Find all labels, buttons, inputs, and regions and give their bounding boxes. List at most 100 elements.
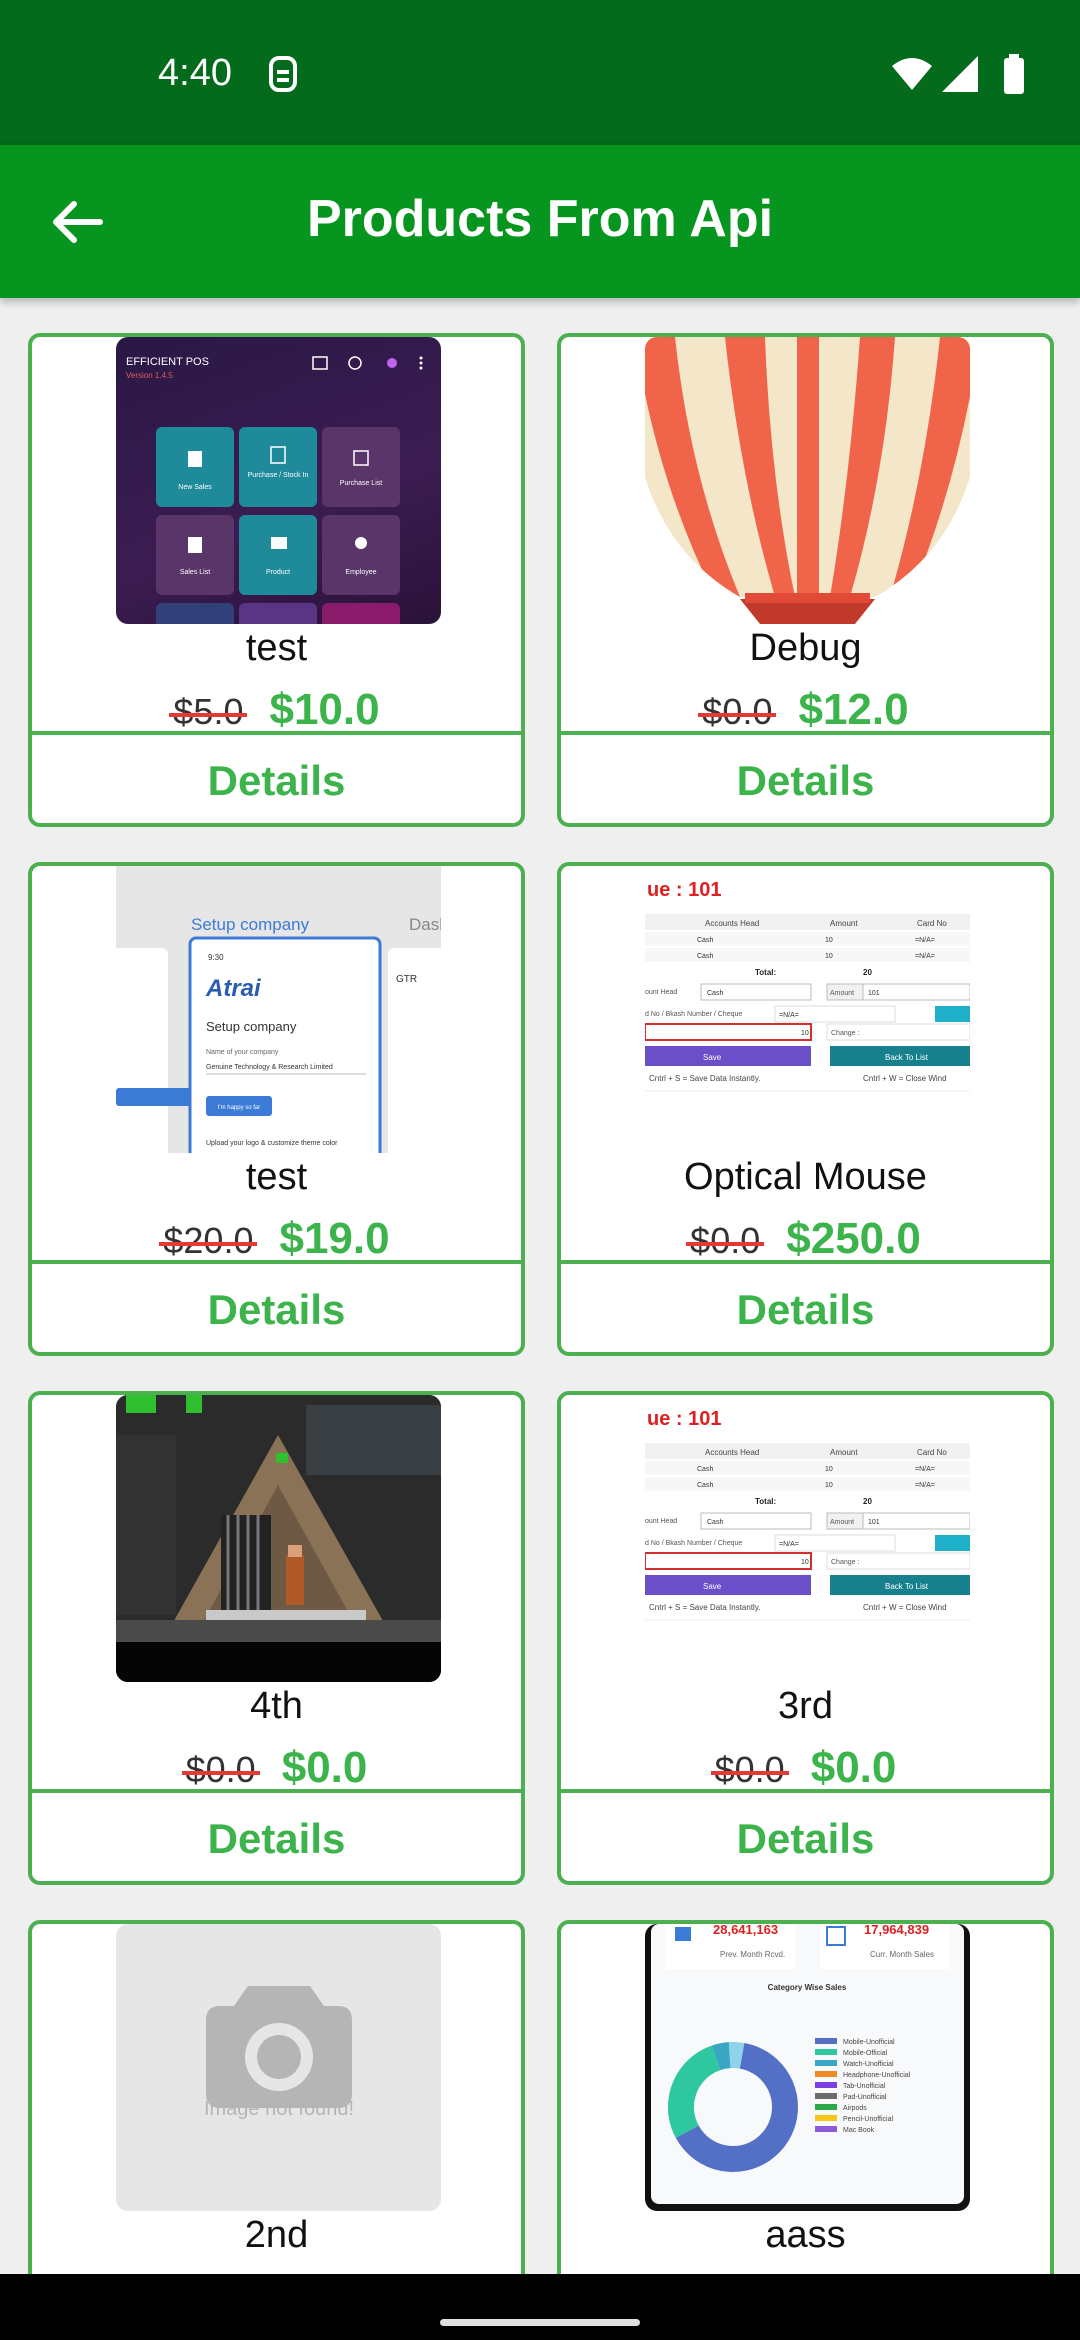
product-name: Optical Mouse: [684, 1156, 927, 1198]
svg-text:10: 10: [825, 1466, 833, 1473]
setup-screenshot: Setup company Dash 9:30 Atrai Setup comp…: [116, 915, 441, 1153]
battery-icon: [1004, 54, 1024, 94]
product-image: [116, 1395, 441, 1682]
svg-text:Change :: Change :: [831, 1030, 859, 1037]
svg-text:ue : 101: ue : 101: [647, 879, 721, 901]
svg-text:Employee: Employee: [345, 569, 376, 576]
product-image: 28,641,163 Prev. Month Rcvd. 17,964,839 …: [645, 1924, 970, 2211]
svg-text:Total:: Total:: [755, 968, 776, 977]
legend-label: Pencil-Unofficial: [843, 2116, 894, 2123]
svg-text:Cash: Cash: [697, 1482, 713, 1489]
svg-text:Back To List: Back To List: [885, 1053, 929, 1062]
legend-label: Headphone-Unofficial: [843, 2072, 911, 2079]
legend-swatch: [815, 2082, 837, 2088]
wifi-icon: [892, 58, 932, 90]
svg-text:ount Head: ount Head: [645, 1518, 677, 1525]
svg-text:Genuine Technology & Research: Genuine Technology & Research Limited: [206, 1064, 333, 1071]
svg-text:=N/A=: =N/A=: [915, 953, 935, 960]
svg-text:Card No: Card No: [917, 919, 947, 928]
svg-text:20: 20: [863, 1497, 872, 1506]
legend-swatch: [815, 2115, 837, 2121]
legend-swatch: [815, 2104, 837, 2110]
product-card: ue : 101 Accounts Head Amount Card No Ca…: [557, 862, 1054, 1356]
svg-text:Dash: Dash: [409, 915, 441, 934]
product-name: 3rd: [778, 1685, 833, 1727]
product-name: aass: [765, 2214, 846, 2256]
legend-label: Mobile-Official: [843, 2050, 888, 2057]
svg-text:Amount: Amount: [830, 1519, 854, 1526]
svg-text:9:30: 9:30: [208, 953, 224, 962]
svg-text:Purchase List: Purchase List: [340, 480, 382, 487]
svg-text:New Sales: New Sales: [178, 484, 212, 491]
legend-swatch: [815, 2071, 837, 2077]
product-image: ue : 101 Accounts Head Amount Card No Ca…: [645, 1395, 970, 1682]
page-title: Products From Api: [306, 190, 774, 248]
product-card: Debug $0.0 $12.0 Details: [557, 333, 1054, 827]
legend-label: Mac Book: [843, 2127, 875, 2134]
product-name: 2nd: [244, 2214, 309, 2256]
svg-text:=N/A=: =N/A=: [915, 1482, 935, 1489]
price-row: $0.0 $0.0: [32, 1743, 521, 1793]
legend-swatch: [815, 2038, 837, 2044]
svg-text:Setup company: Setup company: [191, 915, 310, 934]
svg-text:Back To List: Back To List: [885, 1582, 929, 1591]
new-price: $19.0: [279, 1214, 390, 1263]
product-name: test: [245, 627, 308, 669]
svg-text:101: 101: [868, 1519, 880, 1526]
svg-text:Cash: Cash: [697, 953, 713, 960]
svg-text:Amount: Amount: [830, 919, 858, 928]
svg-text:101: 101: [868, 990, 880, 997]
svg-text:d No / Bkash Number / Cheque: d No / Bkash Number / Cheque: [645, 1540, 742, 1547]
svg-text:17,964,839: 17,964,839: [864, 1924, 929, 1937]
svg-text:Cntrl + S = Save Data Instantl: Cntrl + S = Save Data Instantly.: [649, 1603, 760, 1612]
svg-text:10: 10: [825, 1482, 833, 1489]
product-grid[interactable]: EFFICIENT POS Version 1.4.5 New Sales Pu…: [0, 298, 1080, 2274]
product-name: 4th: [250, 1685, 303, 1727]
svg-text:20: 20: [863, 968, 872, 977]
svg-text:Cash: Cash: [697, 1466, 713, 1473]
product-card: 4th $0.0 $0.0 Details: [28, 1391, 525, 1885]
svg-text:d No / Bkash Number / Cheque: d No / Bkash Number / Cheque: [645, 1011, 742, 1018]
svg-text:Save: Save: [703, 1582, 722, 1591]
svg-text:Category Wise Sales: Category Wise Sales: [768, 1983, 847, 1992]
svg-text:=N/A=: =N/A=: [915, 937, 935, 944]
svg-text:Cash: Cash: [707, 1519, 723, 1526]
balloon-image: [645, 337, 970, 624]
svg-text:Upload your logo & customize t: Upload your logo & customize theme color: [206, 1140, 338, 1147]
product-card: Setup company Dash 9:30 Atrai Setup comp…: [28, 862, 525, 1356]
details-button[interactable]: Details: [561, 735, 1050, 823]
details-button[interactable]: Details: [32, 1793, 521, 1881]
sales-chart-screenshot: 28,641,163 Prev. Month Rcvd. 17,964,839 …: [651, 1924, 964, 2204]
payment-form-screenshot: ue : 101 Accounts Head Amount Card No Ca…: [645, 1395, 970, 1682]
system-nav-bar: [0, 2274, 1080, 2340]
product-image: ue : 101 Accounts Head Amount Card No Ca…: [645, 866, 970, 1153]
product-image: Image not found!: [116, 1924, 441, 2211]
details-button[interactable]: Details: [561, 1264, 1050, 1352]
svg-text:I'm happy so far: I'm happy so far: [218, 1105, 261, 1111]
svg-text:Cash: Cash: [697, 937, 713, 944]
product-image: EFFICIENT POS Version 1.4.5 New Sales Pu…: [116, 337, 441, 624]
legend-label: Tab-Unofficial: [843, 2083, 886, 2090]
legend-label: Watch-Unofficial: [843, 2061, 894, 2068]
pos-app-name: EFFICIENT POS: [126, 356, 209, 368]
svg-text:=N/A=: =N/A=: [915, 1466, 935, 1473]
product-card: 28,641,163 Prev. Month Rcvd. 17,964,839 …: [557, 1920, 1054, 2274]
product-card: Image not found! 2nd: [28, 1920, 525, 2274]
details-button[interactable]: Details: [561, 1793, 1050, 1881]
svg-text:Cntrl + W = Close Wind: Cntrl + W = Close Wind: [863, 1603, 947, 1612]
new-price: $12.0: [798, 685, 909, 734]
legend-label: Pad-Unofficial: [843, 2094, 887, 2101]
old-price: $0.0: [181, 1749, 260, 1790]
home-gesture-handle[interactable]: [440, 2319, 640, 2326]
old-price: $5.0: [169, 691, 248, 732]
svg-text:Amount: Amount: [830, 1448, 858, 1457]
svg-text:10: 10: [825, 937, 833, 944]
svg-text:Sales List: Sales List: [180, 569, 210, 576]
product-image: Setup company Dash 9:30 Atrai Setup comp…: [116, 866, 441, 1153]
details-button[interactable]: Details: [32, 1264, 521, 1352]
details-button[interactable]: Details: [32, 735, 521, 823]
legend-swatch: [815, 2060, 837, 2066]
svg-text:10: 10: [801, 1030, 809, 1037]
legend-label: Mobile-Unofficial: [843, 2039, 895, 2046]
new-price: $250.0: [786, 1214, 921, 1263]
